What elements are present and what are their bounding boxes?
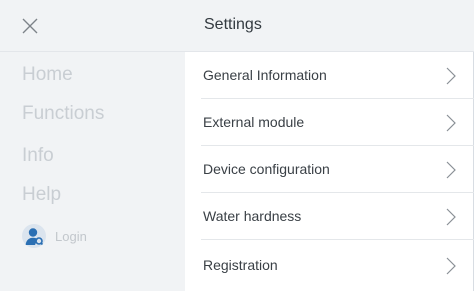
divider: [201, 239, 474, 240]
login-label: Login: [55, 228, 87, 244]
sidebar: Home Functions Info Help Login: [0, 52, 185, 291]
close-icon: [22, 18, 38, 34]
list-item-device-configuration[interactable]: Device configuration: [185, 146, 474, 193]
close-button[interactable]: [20, 16, 40, 36]
login-button[interactable]: Login: [22, 224, 87, 248]
list-item-water-hardness[interactable]: Water hardness: [185, 193, 474, 240]
chevron-right-icon: [446, 208, 456, 226]
list-item-label: General Information: [203, 67, 327, 83]
sidebar-item-functions[interactable]: Functions: [22, 103, 104, 125]
page-title: Settings: [204, 16, 262, 33]
list-item-label: Device configuration: [203, 161, 330, 177]
chevron-right-icon: [446, 257, 456, 275]
sidebar-item-help[interactable]: Help: [22, 184, 61, 206]
list-item-label: Water hardness: [203, 208, 302, 224]
sidebar-item-info[interactable]: Info: [22, 145, 54, 167]
chevron-right-icon: [446, 114, 456, 132]
settings-window: Settings Home Functions Info Help Login …: [0, 0, 474, 291]
sidebar-item-home[interactable]: Home: [22, 64, 73, 86]
header-bar: Settings: [0, 0, 474, 52]
settings-list: General Information External module Devi…: [185, 52, 474, 291]
chevron-right-icon: [446, 67, 456, 85]
list-item-general-information[interactable]: General Information: [185, 52, 474, 99]
chevron-right-icon: [446, 161, 456, 179]
list-item-external-module[interactable]: External module: [185, 99, 474, 146]
list-item-label: External module: [203, 114, 305, 130]
list-item-registration[interactable]: Registration: [185, 242, 474, 289]
user-search-icon: [22, 224, 46, 248]
list-item-label: Registration: [203, 257, 278, 273]
